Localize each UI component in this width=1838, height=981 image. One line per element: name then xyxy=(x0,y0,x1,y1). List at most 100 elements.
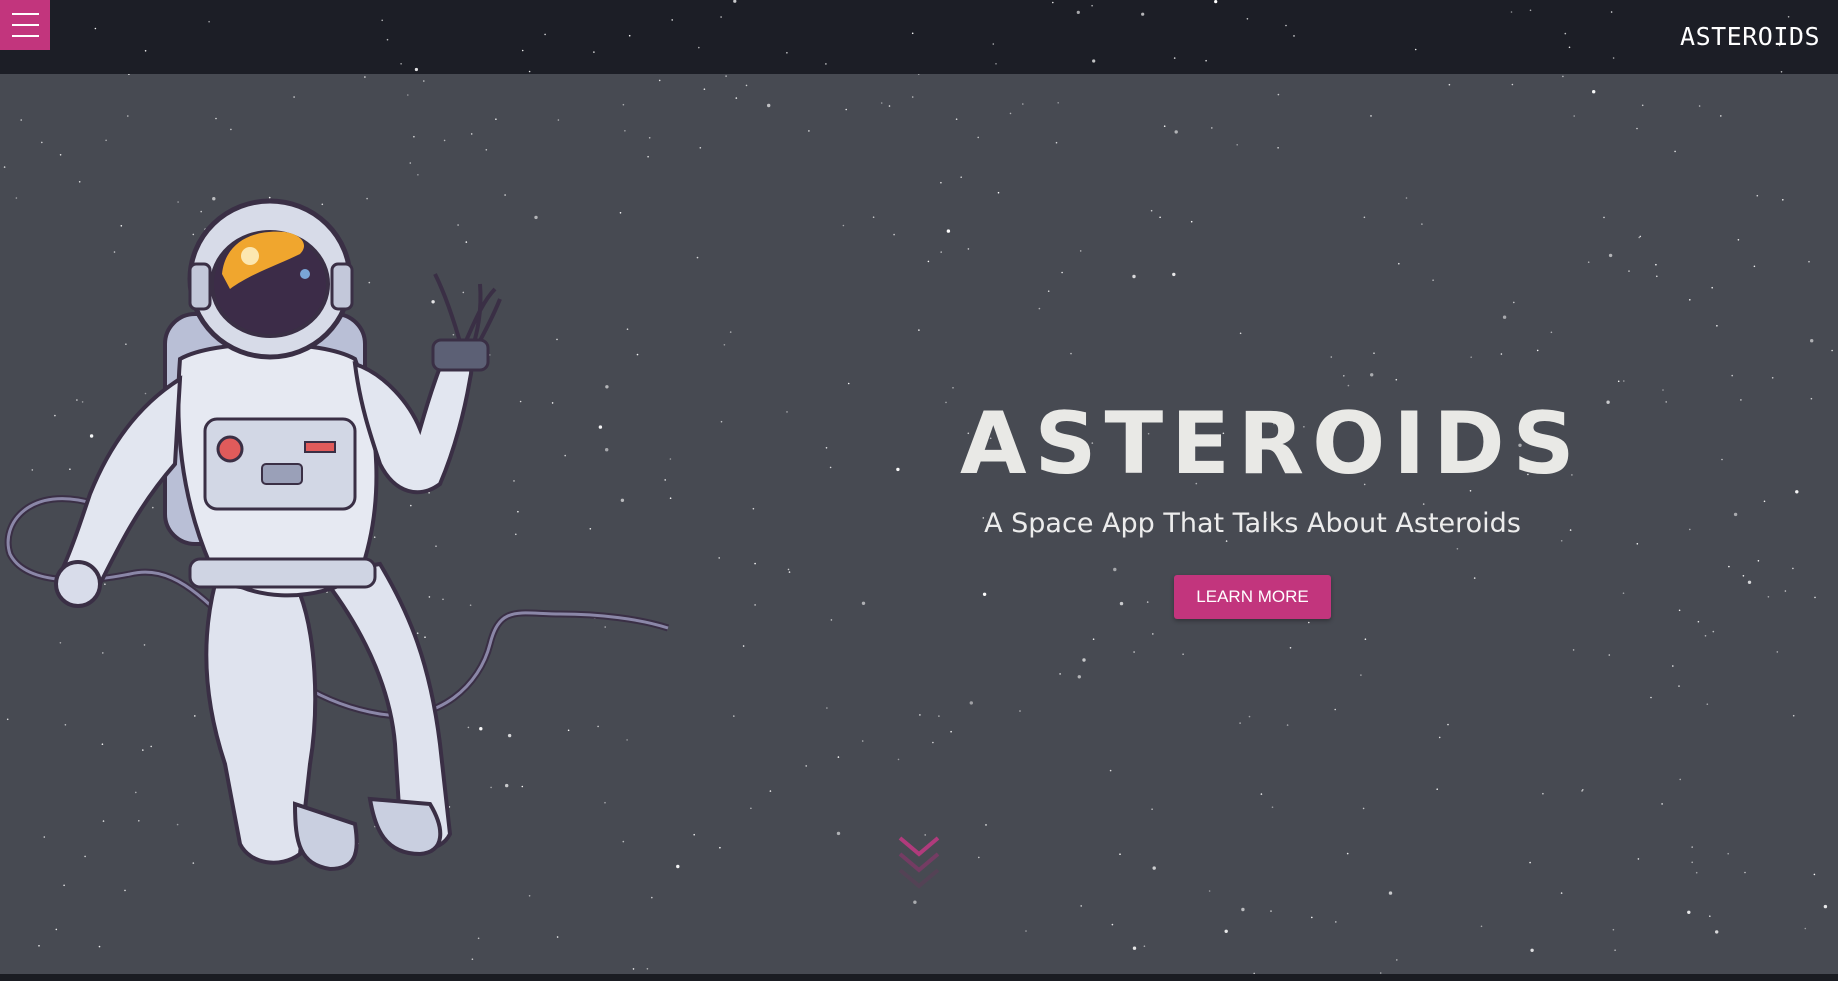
star xyxy=(1009,112,1012,115)
brand-link[interactable]: ASTEROIDS xyxy=(1680,22,1820,51)
star xyxy=(1678,609,1681,612)
star xyxy=(1092,638,1095,640)
star xyxy=(1608,654,1611,656)
star xyxy=(1308,621,1310,624)
star xyxy=(1502,315,1507,319)
star xyxy=(1612,928,1615,931)
star xyxy=(825,447,828,449)
star xyxy=(41,141,43,144)
star xyxy=(1691,861,1693,864)
star xyxy=(1810,397,1813,400)
star xyxy=(911,32,914,35)
star xyxy=(1737,239,1740,241)
star xyxy=(1674,150,1676,153)
star xyxy=(1562,75,1564,78)
star xyxy=(718,557,720,559)
star xyxy=(400,63,402,65)
star xyxy=(1347,384,1350,387)
star xyxy=(1208,890,1211,892)
star xyxy=(995,63,997,65)
star xyxy=(651,896,653,899)
star xyxy=(1529,861,1531,864)
star xyxy=(386,38,389,41)
star xyxy=(767,103,771,108)
star xyxy=(745,84,748,87)
star xyxy=(98,945,101,948)
star xyxy=(1286,724,1289,726)
star xyxy=(55,928,58,931)
star xyxy=(59,154,62,156)
star xyxy=(1470,356,1472,359)
star xyxy=(528,895,531,897)
star xyxy=(842,224,845,227)
star xyxy=(1639,235,1642,238)
star xyxy=(919,714,921,716)
star xyxy=(1077,675,1082,679)
star xyxy=(1150,209,1153,212)
star xyxy=(477,937,480,940)
star xyxy=(1740,399,1742,401)
star xyxy=(1363,216,1366,219)
star xyxy=(1119,853,1121,855)
star xyxy=(1513,301,1515,304)
star xyxy=(1763,500,1766,503)
star xyxy=(1059,673,1061,675)
star xyxy=(1396,959,1398,961)
star xyxy=(725,75,727,77)
star xyxy=(1712,630,1715,633)
star xyxy=(720,420,723,423)
star xyxy=(38,945,40,947)
star xyxy=(1711,286,1713,289)
star xyxy=(1687,910,1691,914)
star xyxy=(720,16,722,18)
star xyxy=(1109,769,1112,772)
star xyxy=(1592,90,1596,94)
star xyxy=(893,233,895,236)
star xyxy=(470,133,473,135)
chevron-down-icon[interactable] xyxy=(897,832,941,902)
star xyxy=(978,856,980,859)
star xyxy=(1573,115,1575,117)
star xyxy=(1447,723,1449,726)
star xyxy=(1564,32,1567,35)
star xyxy=(1691,846,1693,848)
star xyxy=(1076,10,1080,14)
star xyxy=(1603,216,1605,219)
star xyxy=(671,19,673,21)
star xyxy=(1542,792,1544,795)
star xyxy=(1448,83,1451,86)
star xyxy=(1271,806,1274,808)
star xyxy=(1756,194,1759,197)
star xyxy=(144,50,147,52)
star xyxy=(1698,105,1701,107)
star xyxy=(1398,262,1400,265)
star xyxy=(381,19,384,22)
star xyxy=(1617,380,1620,383)
star xyxy=(1405,197,1408,199)
star xyxy=(1022,103,1024,105)
star xyxy=(557,119,560,121)
learn-more-button[interactable]: LEARN MORE xyxy=(1174,575,1331,619)
star xyxy=(1661,803,1663,805)
star xyxy=(1239,722,1241,724)
menu-button[interactable] xyxy=(0,0,50,50)
star xyxy=(1182,653,1184,655)
star xyxy=(528,70,531,73)
star xyxy=(1080,905,1082,907)
star xyxy=(786,52,788,54)
navbar-starfield xyxy=(2,0,1803,73)
star xyxy=(1246,18,1249,20)
star xyxy=(407,94,409,96)
star xyxy=(20,119,23,121)
star xyxy=(1241,907,1245,912)
star xyxy=(1436,788,1438,790)
star xyxy=(624,130,626,132)
star xyxy=(1721,458,1723,461)
star xyxy=(1236,144,1238,146)
star xyxy=(94,27,97,30)
star xyxy=(1047,290,1050,292)
hero-content: ASTEROIDS A Space App That Talks About A… xyxy=(960,394,1575,619)
star xyxy=(1370,373,1374,377)
star xyxy=(1205,59,1207,62)
star xyxy=(1636,543,1639,545)
